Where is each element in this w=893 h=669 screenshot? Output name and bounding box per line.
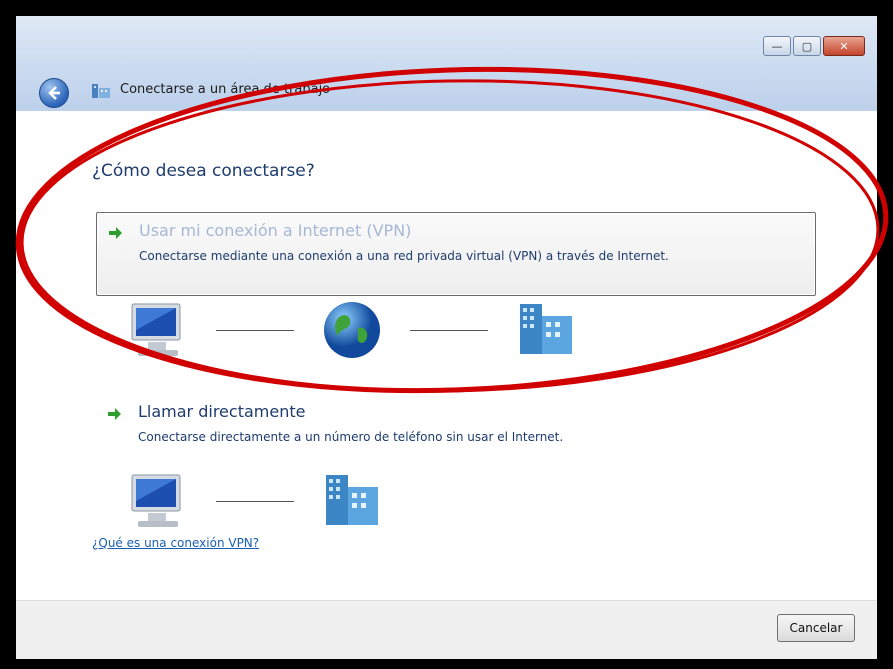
option-vpn-description: Conectarse mediante una conexión a una r… xyxy=(139,249,669,263)
connector-line xyxy=(216,329,294,331)
option-direct-dial[interactable]: Llamar directamente Conectarse directame… xyxy=(96,394,814,476)
window-controls: — ▢ ✕ xyxy=(763,36,865,56)
direct-dial-diagram xyxy=(126,469,384,533)
green-arrow-icon xyxy=(107,225,123,241)
computer-icon xyxy=(126,298,190,362)
connector-line xyxy=(216,500,294,502)
page-heading: ¿Cómo desea conectarse? xyxy=(92,161,315,181)
network-app-icon xyxy=(91,82,111,100)
content-area: ¿Cómo desea conectarse? Usar mi conexión… xyxy=(16,111,877,600)
building-icon xyxy=(514,298,578,362)
option-vpn-title: Usar mi conexión a Internet (VPN) xyxy=(139,221,412,240)
globe-icon xyxy=(320,298,384,362)
connector-line xyxy=(410,329,488,331)
option-direct-dial-title: Llamar directamente xyxy=(138,402,306,421)
footer-bar: Cancelar xyxy=(16,600,877,659)
option-direct-dial-description: Conectarse directamente a un número de t… xyxy=(138,430,564,444)
computer-icon xyxy=(126,469,190,533)
maximize-button[interactable]: ▢ xyxy=(793,36,821,56)
back-arrow-icon[interactable] xyxy=(39,78,69,108)
title-bar: — ▢ ✕ Conectarse a un área de trabajo xyxy=(16,16,877,111)
green-arrow-icon xyxy=(106,406,122,422)
vpn-diagram xyxy=(126,298,578,362)
window-title: Conectarse a un área de trabajo xyxy=(120,82,331,97)
building-icon xyxy=(320,469,384,533)
vpn-help-link[interactable]: ¿Qué es una conexión VPN? xyxy=(92,536,259,550)
dialog-window: — ▢ ✕ Conectarse a un área de trabajo ¿C… xyxy=(16,16,877,659)
minimize-button[interactable]: — xyxy=(763,36,791,56)
option-vpn[interactable]: Usar mi conexión a Internet (VPN) Conect… xyxy=(96,212,816,296)
cancel-button[interactable]: Cancelar xyxy=(777,614,855,642)
close-button[interactable]: ✕ xyxy=(823,36,865,56)
